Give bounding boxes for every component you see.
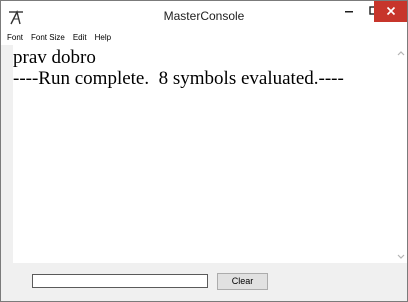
minimize-icon: [344, 3, 354, 21]
command-input[interactable]: [32, 274, 208, 288]
title-bar[interactable]: MasterConsole: [1, 1, 407, 31]
clear-button[interactable]: Clear: [217, 273, 268, 290]
minimize-button[interactable]: [337, 1, 361, 22]
command-panel: Clear: [1, 263, 407, 301]
console-line: ----Run complete. 8 symbols evaluated.--…: [13, 68, 344, 89]
console-output[interactable]: prav dobro ----Run complete. 8 symbols e…: [13, 45, 395, 263]
master-console-window: MasterConsole Font Font Size Edit Help p…: [0, 0, 408, 302]
menu-font[interactable]: Font: [1, 31, 27, 45]
close-button[interactable]: [374, 1, 407, 22]
menu-font-size[interactable]: Font Size: [27, 31, 69, 45]
chevron-down-icon[interactable]: [395, 251, 407, 263]
menu-edit[interactable]: Edit: [69, 31, 91, 45]
menu-help[interactable]: Help: [91, 31, 115, 45]
console-line: prav dobro: [13, 47, 96, 68]
chevron-up-icon[interactable]: [395, 47, 407, 59]
menu-bar: Font Font Size Edit Help: [1, 31, 407, 45]
close-icon: [386, 3, 396, 21]
vertical-scrollbar[interactable]: [395, 45, 407, 263]
